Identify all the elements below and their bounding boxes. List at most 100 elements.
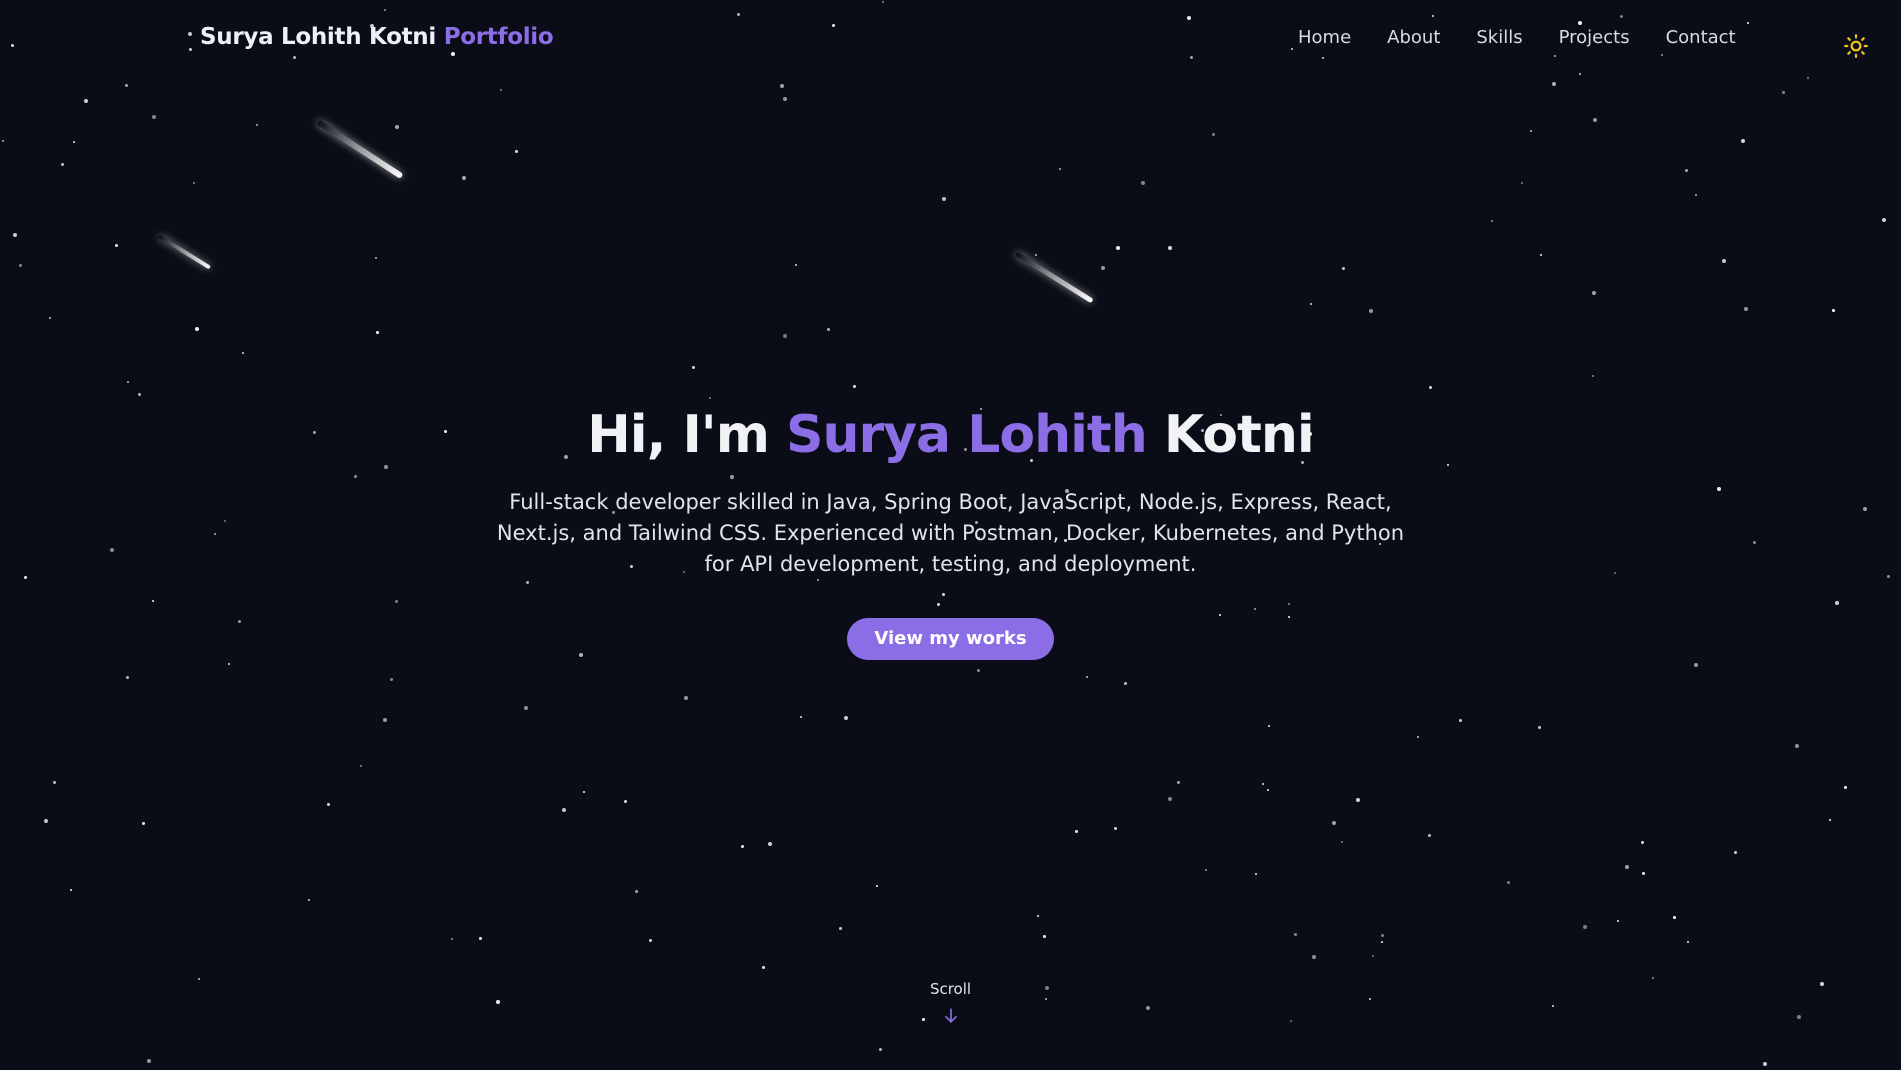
star [1744,307,1748,311]
star [1652,977,1654,979]
star [1268,725,1270,727]
star [1694,663,1698,667]
star [709,397,711,399]
brand-logo[interactable]: Surya Lohith Kotni Portfolio [200,24,554,50]
star [1617,920,1619,922]
sun-icon [1844,34,1868,58]
star [1832,309,1835,312]
star [70,889,72,891]
star [1882,218,1886,222]
star [53,781,56,784]
star [524,706,528,710]
star [1540,254,1542,256]
star [2,140,4,142]
nav-about[interactable]: About [1387,27,1440,48]
star [1763,1062,1767,1066]
star [783,97,787,101]
star [1262,783,1264,785]
star [649,939,652,942]
portfolio-page: Surya Lohith Kotni Portfolio Home About … [0,0,1901,1070]
site-header: Surya Lohith Kotni Portfolio Home About … [0,0,1901,80]
star [13,233,17,237]
star [1381,934,1384,937]
star [1722,259,1726,263]
brand-accent: Portfolio [443,24,554,50]
star [1372,955,1374,957]
star [127,381,129,383]
star [1369,309,1373,313]
star [844,716,848,720]
main-nav: Home About Skills Projects Contact [1298,27,1736,48]
star [795,264,797,266]
hero-tagline: Full-stack developer skilled in Java, Sp… [496,490,1405,576]
scroll-label: Scroll [929,980,972,998]
star [741,845,744,848]
star [1685,169,1688,172]
star [242,352,244,354]
hero-section: Hi, I'm Surya Lohith Kotni Full-stack de… [0,405,1901,660]
hero-greeting: Hi, I'm [587,405,770,465]
star [375,257,377,259]
star [827,328,830,331]
hero-first-name: Surya Lohith [786,405,1148,465]
star [360,765,362,767]
star [839,927,842,930]
star [147,1059,151,1063]
star [1829,819,1831,821]
star [1507,881,1510,884]
star [1101,266,1105,270]
nav-home[interactable]: Home [1298,27,1351,48]
star [1429,386,1432,389]
star [780,84,784,88]
hero-heading: Hi, I'm Surya Lohith Kotni [0,405,1901,465]
star [1459,719,1462,722]
star [1530,130,1532,132]
star [1168,246,1172,250]
brand-name: Surya Lohith Kotni [200,24,436,50]
star [1141,181,1145,185]
star [1075,830,1078,833]
star [1332,821,1336,825]
star [1592,291,1596,295]
star [1642,872,1645,875]
star [1428,834,1431,837]
star [1795,744,1799,748]
star [1538,726,1541,729]
star [1043,935,1046,938]
scroll-indicator[interactable]: Scroll [0,980,1901,1026]
nav-skills[interactable]: Skills [1476,27,1522,48]
theme-toggle-button[interactable] [1842,32,1870,60]
star [49,317,51,319]
star [308,899,310,901]
star [327,803,330,806]
star [1552,82,1556,86]
star [1312,955,1316,959]
star [692,366,695,369]
nav-contact[interactable]: Contact [1666,27,1736,48]
star [762,966,765,969]
star [1342,267,1345,270]
star [125,84,128,87]
star [126,676,129,679]
nav-projects[interactable]: Projects [1559,27,1630,48]
star [942,197,946,201]
view-works-button[interactable]: View my works [847,618,1054,660]
star [1625,865,1629,869]
star [500,89,502,91]
star [395,125,399,129]
star [390,678,393,681]
star [515,150,518,153]
star [1310,303,1312,305]
star [479,937,482,940]
star [228,663,230,665]
star [1059,168,1061,170]
star [1205,869,1207,871]
star [1086,676,1088,678]
star [1212,133,1215,136]
star [1267,789,1269,791]
star [462,176,466,180]
star [1417,736,1419,738]
star [256,124,258,126]
star [19,264,22,267]
star [1593,118,1597,122]
